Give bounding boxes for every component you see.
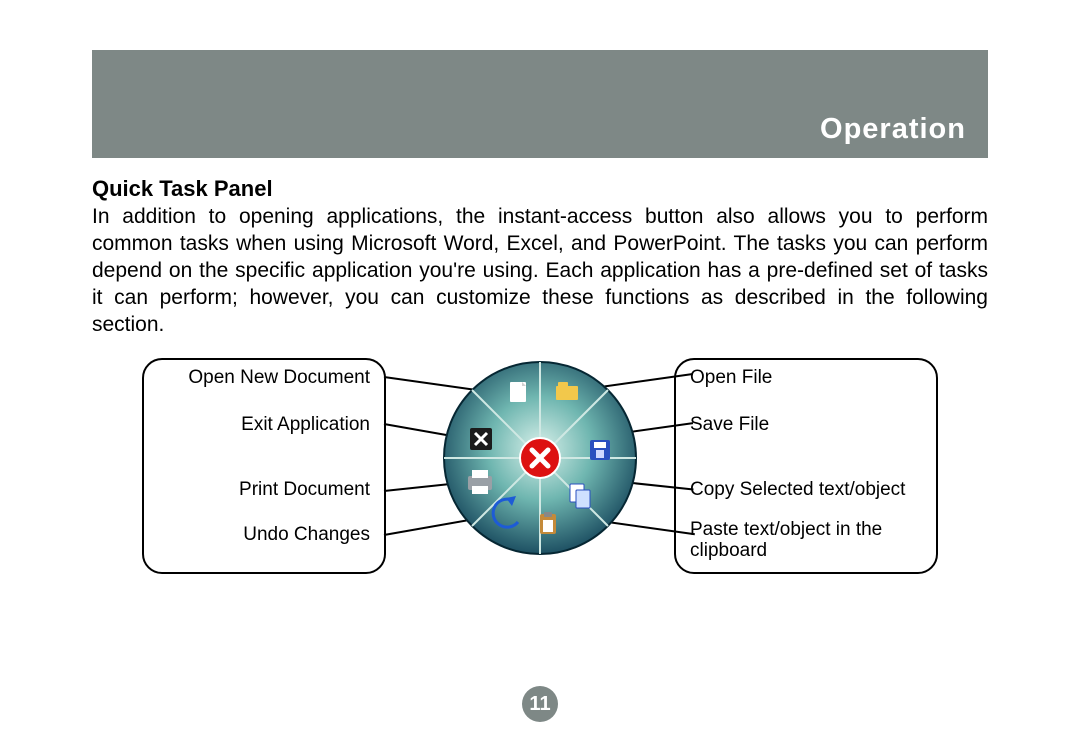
save-file-icon — [590, 440, 610, 460]
label-copy: Copy Selected text/object — [690, 480, 922, 501]
intro-paragraph: In addition to opening applications, the… — [92, 204, 988, 338]
label-paste: Paste text/object in the clipboard — [690, 520, 922, 562]
exit-icon — [470, 428, 492, 450]
paste-icon — [540, 512, 556, 534]
label-undo-changes: Undo Changes — [158, 525, 370, 546]
new-document-icon — [510, 382, 526, 402]
label-save-file: Save File — [690, 415, 922, 436]
page-number: 11 — [522, 686, 558, 722]
label-exit-application: Exit Application — [158, 415, 370, 436]
quick-task-diagram: Open New Document Exit Application Print… — [92, 358, 988, 588]
right-label-box: Open File Save File Copy Selected text/o… — [674, 358, 938, 574]
task-wheel — [440, 358, 640, 558]
task-wheel-svg — [440, 358, 640, 558]
header-bar: Operation — [92, 50, 988, 158]
page-header-title: Operation — [820, 113, 966, 146]
label-open-file: Open File — [690, 368, 922, 389]
label-print-document: Print Document — [158, 480, 370, 501]
left-label-box: Open New Document Exit Application Print… — [142, 358, 386, 574]
label-open-new-document: Open New Document — [158, 368, 370, 389]
section-title: Quick Task Panel — [92, 176, 988, 202]
close-icon — [520, 438, 560, 478]
